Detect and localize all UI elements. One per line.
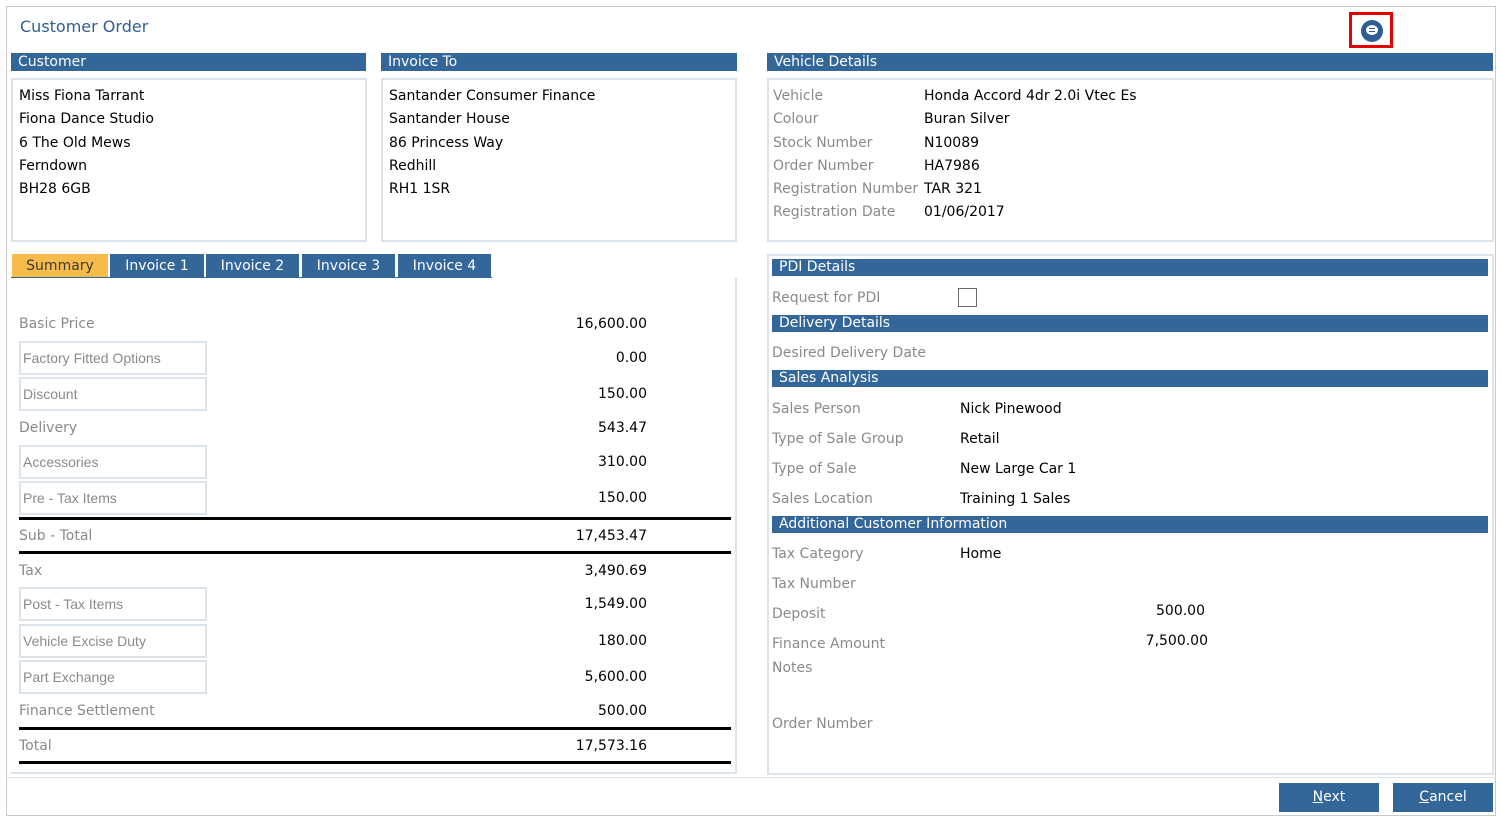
colour-value: Buran Silver <box>924 111 1010 127</box>
invoice-to-header: Invoice To <box>381 53 737 71</box>
cancel-label: ancel <box>1429 789 1467 805</box>
registration-number-label: Registration Number <box>773 181 919 197</box>
total-rule-bottom <box>19 761 731 764</box>
tab-invoice-1[interactable]: Invoice 1 <box>110 254 204 278</box>
request-pdi-checkbox[interactable] <box>958 288 977 307</box>
deposit-value: 500.00 <box>1156 603 1205 619</box>
order-number-value: HA7986 <box>924 158 980 174</box>
stock-number-value: N10089 <box>924 135 980 151</box>
finance-amount-value: 7,500.00 <box>1145 633 1208 649</box>
type-of-sale-value: New Large Car 1 <box>960 461 1077 477</box>
pre-tax-items-value: 150.00 <box>598 490 647 506</box>
footer-divider <box>6 777 1496 778</box>
sub-total-value: 17,453.47 <box>575 528 647 544</box>
pre-tax-items-button[interactable]: Pre - Tax Items <box>19 481 207 515</box>
customer-line: Miss Fiona Tarrant <box>19 88 145 104</box>
vehicle-details-box: Vehicle Honda Accord 4dr 2.0i Vtec Es Co… <box>767 78 1494 242</box>
invoice-to-address-box: Santander Consumer Finance Santander Hou… <box>381 78 737 242</box>
order-number-label: Order Number <box>773 158 874 174</box>
request-pdi-label: Request for PDI <box>772 290 881 306</box>
next-access-key: N <box>1312 789 1324 805</box>
part-exchange-button[interactable]: Part Exchange <box>19 660 207 694</box>
finance-amount-label: Finance Amount <box>772 636 886 652</box>
sales-location-value: Training 1 Sales <box>960 491 1071 507</box>
cancel-button[interactable]: Cancel <box>1393 783 1493 812</box>
customer-header: Customer <box>11 53 366 71</box>
invoice-to-line: Redhill <box>389 158 437 174</box>
next-label: ext <box>1323 789 1346 805</box>
invoice-to-line: Santander Consumer Finance <box>389 88 596 104</box>
stock-number-label: Stock Number <box>773 135 873 151</box>
invoice-to-line: 86 Princess Way <box>389 135 504 151</box>
tax-category-value: Home <box>960 546 1002 562</box>
vehicle-label: Vehicle <box>773 88 824 104</box>
total-rule <box>19 727 731 730</box>
delivery-details-header: Delivery Details <box>772 315 1488 332</box>
subtotal-rule-bottom <box>19 551 731 554</box>
tax-label: Tax <box>19 563 43 579</box>
discount-value: 150.00 <box>598 386 647 402</box>
factory-fitted-options-value: 0.00 <box>615 350 647 366</box>
sales-person-label: Sales Person <box>772 401 861 417</box>
discount-button[interactable]: Discount <box>19 377 207 411</box>
customer-line: 6 The Old Mews <box>19 135 131 151</box>
post-tax-items-value: 1,549.00 <box>584 596 647 612</box>
vehicle-details-header: Vehicle Details <box>767 53 1493 71</box>
chat-button[interactable] <box>1349 12 1393 48</box>
next-button[interactable]: Next <box>1279 783 1379 812</box>
vehicle-excise-duty-value: 180.00 <box>598 633 647 649</box>
customer-line: BH28 6GB <box>19 181 91 197</box>
colour-label: Colour <box>773 111 819 127</box>
deposit-label: Deposit <box>772 606 826 622</box>
tax-category-label: Tax Category <box>772 546 864 562</box>
tax-value: 3,490.69 <box>584 563 647 579</box>
sales-location-label: Sales Location <box>772 491 873 507</box>
order-details-panel <box>767 254 1494 775</box>
additional-customer-info-header: Additional Customer Information <box>772 516 1488 533</box>
basic-price-value: 16,600.00 <box>575 316 647 332</box>
type-of-sale-label: Type of Sale <box>772 461 857 477</box>
tax-number-label: Tax Number <box>772 576 856 592</box>
total-label: Total <box>19 738 52 754</box>
finance-settlement-value: 500.00 <box>598 703 647 719</box>
factory-fitted-options-button[interactable]: Factory Fitted Options <box>19 341 207 375</box>
tab-invoice-2[interactable]: Invoice 2 <box>206 254 299 278</box>
invoice-to-line: RH1 1SR <box>389 181 451 197</box>
type-of-sale-group-value: Retail <box>960 431 1000 447</box>
cancel-access-key: C <box>1419 789 1430 805</box>
chat-bubble-icon <box>1361 20 1383 42</box>
order-number-field-label: Order Number <box>772 716 873 732</box>
customer-address-box: Miss Fiona Tarrant Fiona Dance Studio 6 … <box>11 78 367 242</box>
registration-number-value: TAR 321 <box>924 181 982 197</box>
part-exchange-value: 5,600.00 <box>584 669 647 685</box>
post-tax-items-button[interactable]: Post - Tax Items <box>19 587 207 621</box>
page-title: Customer Order <box>20 17 149 36</box>
invoice-to-line: Santander House <box>389 111 510 127</box>
subtotal-rule <box>19 517 731 520</box>
accessories-button[interactable]: Accessories <box>19 445 207 479</box>
type-of-sale-group-label: Type of Sale Group <box>772 431 904 447</box>
tab-invoice-4[interactable]: Invoice 4 <box>398 254 491 278</box>
sub-total-label: Sub - Total <box>19 528 93 544</box>
sales-person-value: Nick Pinewood <box>960 401 1062 417</box>
accessories-value: 310.00 <box>598 454 647 470</box>
customer-line: Ferndown <box>19 158 88 174</box>
registration-date-label: Registration Date <box>773 204 896 220</box>
vehicle-excise-duty-button[interactable]: Vehicle Excise Duty <box>19 624 207 658</box>
delivery-label: Delivery <box>19 420 78 436</box>
tab-summary[interactable]: Summary <box>12 254 108 278</box>
total-value: 17,573.16 <box>575 738 647 754</box>
basic-price-label: Basic Price <box>19 316 95 332</box>
notes-label: Notes <box>772 660 813 676</box>
tab-invoice-3[interactable]: Invoice 3 <box>302 254 395 278</box>
finance-settlement-label: Finance Settlement <box>19 703 155 719</box>
delivery-value: 543.47 <box>598 420 647 436</box>
desired-delivery-date-label: Desired Delivery Date <box>772 345 926 361</box>
pdi-details-header: PDI Details <box>772 259 1488 276</box>
sales-analysis-header: Sales Analysis <box>772 370 1488 387</box>
customer-line: Fiona Dance Studio <box>19 111 154 127</box>
vehicle-value: Honda Accord 4dr 2.0i Vtec Es <box>924 88 1137 104</box>
registration-date-value: 01/06/2017 <box>924 204 1005 220</box>
